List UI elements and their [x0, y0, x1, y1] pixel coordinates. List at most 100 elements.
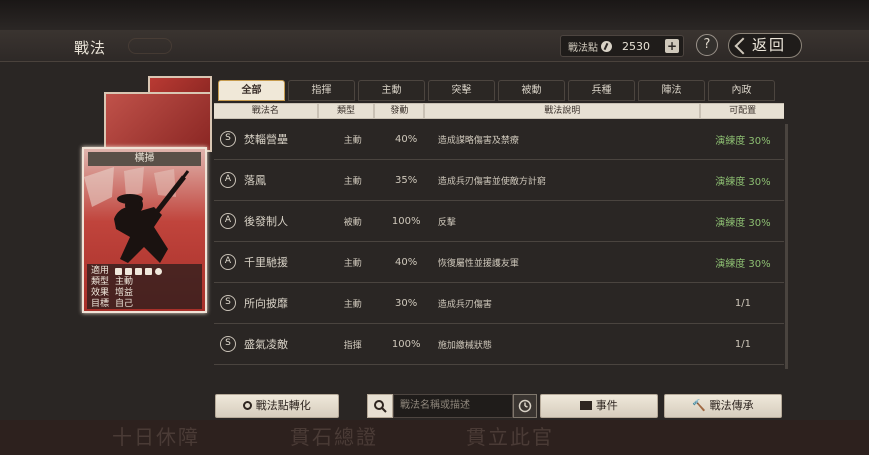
- tab-formation[interactable]: 陣法: [638, 80, 705, 101]
- category-tabs: 全部 指揮 主動 突擊 被動 兵種 陣法 內政: [218, 80, 775, 102]
- inherit-tactic-label: 戰法傳承: [709, 399, 754, 412]
- convert-points-label: 戰法點轉化: [255, 399, 311, 412]
- card-stack-middle: [104, 92, 212, 152]
- card-info-key: 適用: [91, 266, 110, 276]
- tactic-name: 後發制人: [244, 215, 288, 228]
- rank-badge: A: [220, 213, 236, 229]
- backdrop-text: 貫立此官: [466, 425, 554, 449]
- tactic-config: 演練度 30%: [715, 135, 771, 147]
- rank-badge: S: [220, 336, 236, 352]
- spear-icon: [145, 268, 153, 275]
- rank-badge: S: [220, 295, 236, 311]
- column-header-type[interactable]: 類型: [318, 104, 374, 118]
- tab-passive[interactable]: 被動: [498, 80, 565, 101]
- header-bar: 戰法 戰法點 2530 + ? 返回: [0, 30, 869, 62]
- tactic-description: 施加繳械狀態: [437, 340, 492, 351]
- tab-command[interactable]: 指揮: [288, 80, 355, 101]
- tactic-type: 指揮: [343, 340, 362, 351]
- selected-tactic-card[interactable]: 橫掃 適用 類型 主動 效果 增益 目標 自己: [82, 147, 207, 313]
- backdrop-text: 十日休障: [112, 425, 200, 449]
- cavalry-icon: [115, 268, 123, 275]
- card-info-row: 目標 自己: [91, 299, 198, 310]
- tab-assault[interactable]: 突擊: [428, 80, 495, 101]
- inherit-tactic-button[interactable]: 🔨 戰法傳承: [664, 394, 782, 418]
- card-info-value: 主動: [115, 277, 134, 287]
- card-info-key: 目標: [91, 299, 110, 309]
- tactic-name: 落鳳: [244, 174, 266, 187]
- table-header: 戰法名 類型 發動 戰法說明 可配置: [214, 103, 784, 119]
- tactic-config: 演練度 30%: [715, 217, 771, 229]
- tactic-points-box: 戰法點 2530 +: [560, 35, 684, 57]
- tactic-rate: 30%: [395, 297, 418, 309]
- card-info-row: 適用: [91, 266, 198, 277]
- warrior-illustration: [84, 167, 190, 263]
- tactic-description: 造成兵刃傷害: [437, 299, 492, 310]
- clock-icon: [518, 399, 532, 413]
- column-header-name[interactable]: 戰法名: [214, 104, 317, 118]
- tactic-rate: 100%: [391, 215, 421, 227]
- convert-icon: [243, 401, 253, 410]
- tab-all[interactable]: 全部: [218, 80, 285, 101]
- rank-badge: S: [220, 131, 236, 147]
- tactic-description: 恢復屬性並援護友軍: [437, 258, 519, 269]
- siege-icon: [155, 268, 163, 275]
- card-title: 橫掃: [88, 152, 201, 166]
- tactic-config: 1/1: [734, 297, 751, 309]
- tactics-table: 戰法名 類型 發動 戰法說明 可配置 S 焚輜營壘 主動 40% 造成謀略傷害及禁療 演練…: [214, 103, 784, 388]
- tactic-name: 所向披靡: [244, 297, 288, 310]
- column-header-config[interactable]: 可配置: [701, 104, 784, 118]
- tactic-type: 主動: [343, 135, 362, 146]
- event-button[interactable]: 事件: [540, 394, 658, 418]
- history-button[interactable]: [513, 394, 537, 418]
- table-row[interactable]: A 後發制人 被動 100% 反擊 演練度 30%: [214, 201, 784, 242]
- tab-internal[interactable]: 內政: [708, 80, 775, 101]
- tactic-config: 1/1: [734, 338, 751, 350]
- troop-type-icons: [115, 266, 163, 277]
- search-icon: [374, 400, 387, 413]
- tactic-rate: 40%: [395, 256, 418, 268]
- tactic-name: 千里馳援: [244, 256, 288, 269]
- title-ornament: [128, 38, 172, 54]
- column-header-description: 戰法說明: [425, 104, 700, 118]
- search-bar: 戰法名稱或描述: [367, 394, 537, 418]
- event-label: 事件: [595, 399, 618, 412]
- tab-active[interactable]: 主動: [358, 80, 425, 101]
- event-icon: [580, 401, 593, 410]
- page-title: 戰法: [74, 39, 107, 57]
- search-input[interactable]: 戰法名稱或描述: [393, 394, 513, 418]
- tactic-rate: 40%: [395, 133, 418, 145]
- shield-icon: [125, 268, 133, 275]
- tab-troop[interactable]: 兵種: [568, 80, 635, 101]
- hammer-icon: 🔨: [692, 399, 707, 412]
- tactic-config: 演練度 30%: [715, 176, 771, 188]
- tactic-type: 主動: [343, 176, 362, 187]
- tactic-description: 造成兵刃傷害並使敵方計窮: [437, 176, 546, 187]
- tactic-name: 盛氣凌敵: [244, 338, 288, 351]
- help-button[interactable]: ?: [696, 34, 718, 56]
- rank-badge: A: [220, 254, 236, 270]
- table-row[interactable]: S 焚輜營壘 主動 40% 造成謀略傷害及禁療 演練度 30%: [214, 119, 784, 160]
- tactic-name: 焚輜營壘: [244, 133, 288, 146]
- top-backdrop: [0, 0, 869, 30]
- tactic-description: 反擊: [437, 217, 456, 228]
- table-scrollbar[interactable]: [785, 124, 788, 369]
- rank-badge: A: [220, 172, 236, 188]
- tactic-type: 主動: [343, 299, 362, 310]
- column-header-rate[interactable]: 發動: [375, 104, 424, 118]
- back-button[interactable]: 返回: [728, 33, 802, 58]
- card-info-row: 效果 增益: [91, 288, 198, 299]
- tactic-rate: 35%: [395, 174, 418, 186]
- add-points-button[interactable]: +: [665, 39, 679, 53]
- card-info-key: 效果: [91, 288, 110, 298]
- bow-icon: [135, 268, 143, 275]
- table-row[interactable]: S 盛氣凌敵 指揮 100% 施加繳械狀態 1/1: [214, 324, 784, 365]
- convert-points-button[interactable]: 戰法點轉化: [215, 394, 339, 418]
- table-body: S 焚輜營壘 主動 40% 造成謀略傷害及禁療 演練度 30% A 落鳳 主動 35% 造成兵刃傷害…: [214, 119, 784, 365]
- tactic-rate: 100%: [391, 338, 421, 350]
- search-button[interactable]: [367, 394, 393, 418]
- table-row[interactable]: S 所向披靡 主動 30% 造成兵刃傷害 1/1: [214, 283, 784, 324]
- card-info-value: 增益: [115, 288, 134, 298]
- tactic-points-label: 戰法點: [568, 42, 598, 54]
- table-row[interactable]: A 落鳳 主動 35% 造成兵刃傷害並使敵方計窮 演練度 30%: [214, 160, 784, 201]
- table-row[interactable]: A 千里馳援 主動 40% 恢復屬性並援護友軍 演練度 30%: [214, 242, 784, 283]
